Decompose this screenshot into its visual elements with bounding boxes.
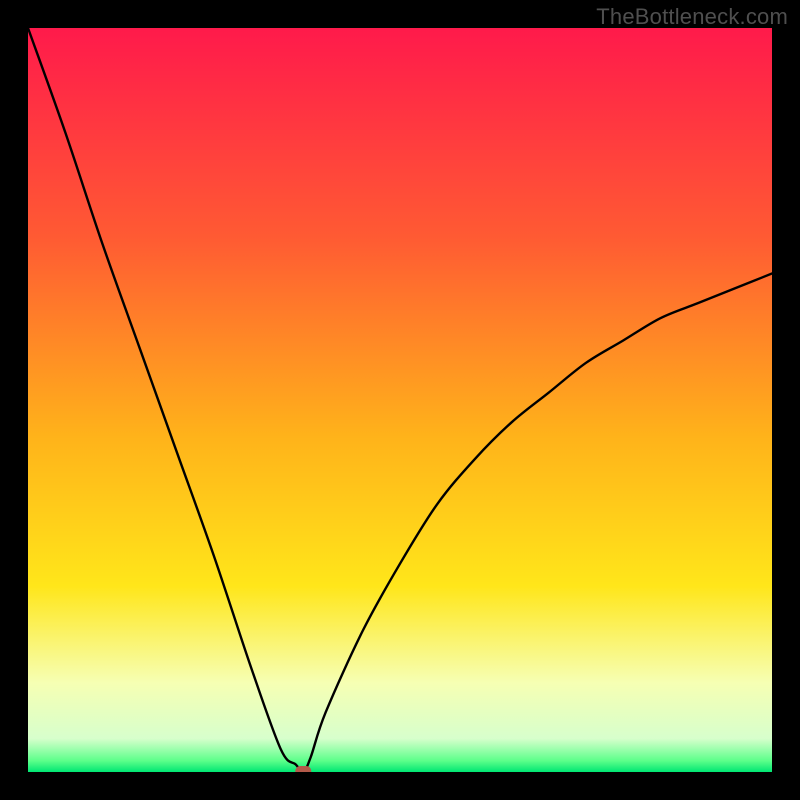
chart-frame: TheBottleneck.com: [0, 0, 800, 800]
watermark-text: TheBottleneck.com: [596, 4, 788, 30]
minimum-marker: [295, 766, 311, 772]
gradient-background: [28, 28, 772, 772]
bottleneck-chart: [28, 28, 772, 772]
plot-area: [28, 28, 772, 772]
